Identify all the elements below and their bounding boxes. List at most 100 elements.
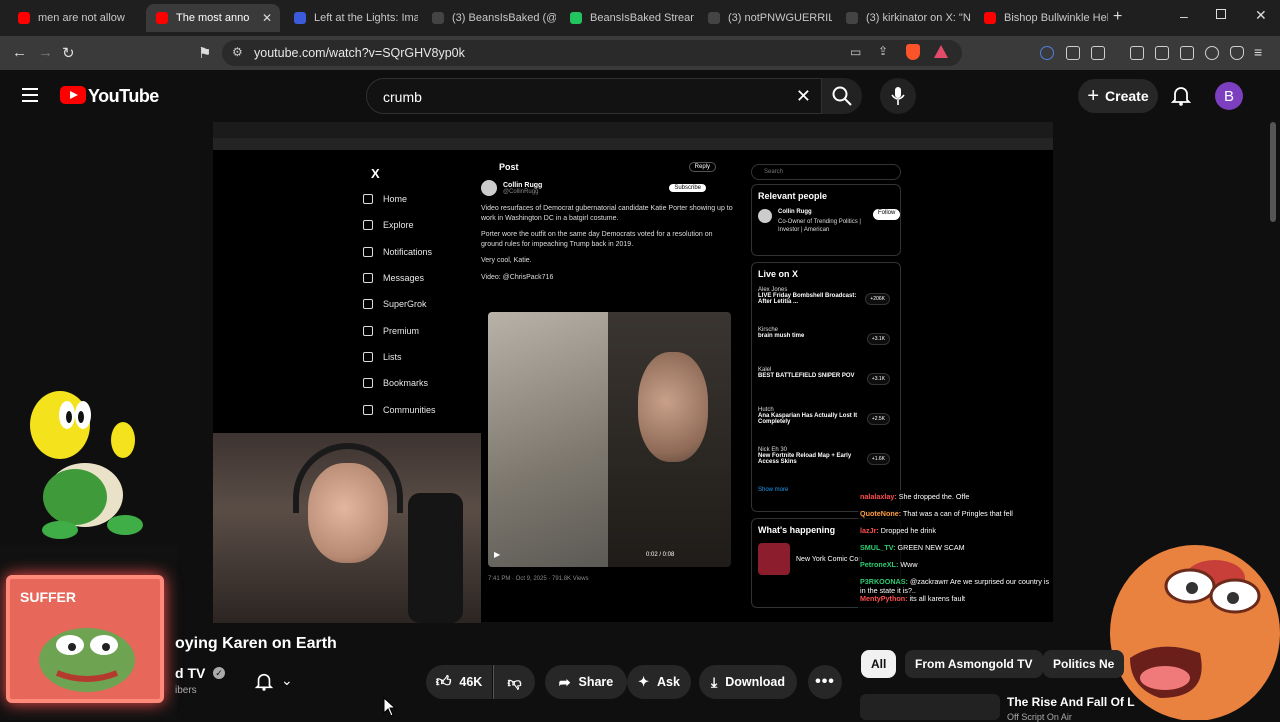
vpn-icon[interactable] bbox=[1230, 46, 1244, 60]
notification-bell-icon[interactable] bbox=[254, 671, 274, 691]
streamer-webcam bbox=[213, 433, 481, 623]
browser-tab[interactable]: (3) BeansIsBaked (@B bbox=[422, 4, 556, 32]
live-on-x-box: Live on X Alex Jones LIVE Friday Bombshel… bbox=[751, 262, 901, 512]
x-nav-item: Premium bbox=[363, 317, 478, 343]
create-button[interactable]: + Create bbox=[1078, 79, 1158, 113]
live-count: +206K bbox=[865, 293, 890, 305]
chat-message: nalalaxlay: She dropped the. Offe bbox=[860, 492, 1051, 509]
search-box[interactable]: crumb ✕ bbox=[366, 78, 822, 114]
filter-chip[interactable]: From Asmongold TV bbox=[905, 650, 1043, 678]
chevron-down-icon[interactable]: ⌄ bbox=[281, 672, 293, 689]
clear-search-icon[interactable]: ✕ bbox=[796, 86, 811, 107]
minimize-button[interactable]: – bbox=[1180, 8, 1188, 24]
extension-icon[interactable] bbox=[1040, 46, 1054, 60]
relevant-title: Relevant people bbox=[758, 191, 828, 201]
face-scene bbox=[608, 312, 731, 567]
tab-favicon-icon bbox=[984, 12, 996, 24]
chat-text: Www bbox=[900, 560, 918, 569]
account-avatar[interactable]: B bbox=[1215, 82, 1243, 110]
chat-username: MentyPython: bbox=[860, 594, 908, 603]
browser-tab[interactable]: BeansIsBaked Stream bbox=[560, 4, 694, 32]
x-nav-label: Explore bbox=[383, 220, 414, 231]
close-window-button[interactable]: ✕ bbox=[1255, 7, 1267, 24]
address-bar[interactable]: ⚙ youtube.com/watch?v=SQrGHV8yp0k ▭ ⇪ bbox=[222, 40, 962, 66]
share-page-icon[interactable]: ⇪ bbox=[878, 44, 888, 58]
x-nav-icon bbox=[363, 220, 373, 231]
browser-tab[interactable]: Left at the Lights: Ima bbox=[284, 4, 418, 32]
browser-tab[interactable]: The most anno ✕ bbox=[146, 4, 280, 32]
media-icon[interactable] bbox=[1130, 46, 1144, 60]
bookmark-icon[interactable]: ⚑ bbox=[198, 44, 211, 62]
youtube-logo-text[interactable]: YouTube bbox=[88, 86, 159, 107]
download-button[interactable]: ⤓ Download bbox=[699, 665, 797, 699]
pepe-word: SUFFER bbox=[20, 589, 76, 605]
page-scrollbar[interactable] bbox=[1270, 122, 1276, 222]
chat-username: lazJr: bbox=[860, 526, 879, 535]
screenshot-icon[interactable] bbox=[1091, 46, 1105, 60]
tab-label: men are not allow bbox=[38, 12, 125, 24]
recommended-title[interactable]: The Rise And Fall Of L bbox=[1007, 695, 1135, 709]
cast-icon[interactable]: ▭ bbox=[850, 45, 861, 59]
close-tab-icon[interactable]: ✕ bbox=[262, 11, 272, 25]
live-title-text: Ana Kasparian Has Actually Lost It Compl… bbox=[758, 413, 858, 425]
chat-username: PetroneXL: bbox=[860, 560, 899, 569]
face-shape bbox=[638, 352, 708, 462]
tab-label: Left at the Lights: Ima bbox=[314, 12, 418, 24]
tab-favicon-icon bbox=[846, 12, 858, 24]
x-nav-icon bbox=[363, 378, 373, 389]
ask-button[interactable]: ✦ Ask bbox=[627, 665, 691, 699]
brave-shield-icon[interactable] bbox=[906, 44, 920, 60]
recommended-thumbnail[interactable] bbox=[860, 694, 1000, 720]
hamburger-menu-icon[interactable] bbox=[22, 88, 38, 102]
x-nav-icon bbox=[363, 325, 373, 336]
live-item: Nick Eh 30 New Fortnite Reload Map + Earl… bbox=[758, 447, 894, 487]
thumbs-up-icon: 👍︎ bbox=[435, 673, 452, 690]
sidebar-icon[interactable] bbox=[1155, 46, 1169, 60]
puzzle-icon[interactable] bbox=[1066, 46, 1080, 60]
wallet-icon[interactable] bbox=[1180, 46, 1194, 60]
forward-icon[interactable]: → bbox=[38, 44, 53, 61]
reply-label: Reply bbox=[688, 162, 716, 172]
browser-tab[interactable]: men are not allow bbox=[8, 4, 142, 32]
reload-icon[interactable]: ↻ bbox=[62, 44, 75, 62]
recommended-channel: Off Script On Air bbox=[1007, 712, 1072, 722]
search-input[interactable]: crumb bbox=[383, 89, 422, 105]
browser-tab[interactable]: (3) notPNWGUERRILL bbox=[698, 4, 832, 32]
back-icon[interactable]: ← bbox=[12, 44, 27, 61]
chat-message: lazJr: Dropped he drink bbox=[860, 526, 1051, 543]
channel-name[interactable]: d TV bbox=[175, 665, 205, 681]
new-tab-button[interactable]: + bbox=[1113, 8, 1122, 26]
create-label: Create bbox=[1105, 88, 1149, 104]
voice-search-button[interactable] bbox=[880, 78, 916, 114]
live-item: Hutch Ana Kasparian Has Actually Lost It … bbox=[758, 407, 894, 447]
leo-icon[interactable] bbox=[1205, 46, 1219, 60]
author-avatar bbox=[481, 180, 497, 196]
chat-text: GREEN NEW SCAM bbox=[897, 543, 965, 552]
menu-icon[interactable]: ≡ bbox=[1254, 44, 1262, 60]
notifications-bell-icon[interactable] bbox=[1170, 84, 1192, 106]
tab-favicon-icon bbox=[432, 12, 444, 24]
maximize-button[interactable] bbox=[1216, 9, 1226, 19]
post-handle: @CollinRugg bbox=[503, 188, 539, 195]
x-nav-icon bbox=[363, 273, 373, 284]
live-title-text: BEST BATTLEFIELD SNIPER POV bbox=[758, 373, 855, 379]
share-button[interactable]: ➦ Share bbox=[545, 665, 627, 699]
like-button[interactable]: 👍︎ 46K bbox=[426, 665, 492, 699]
dislike-button[interactable]: 👎︎ bbox=[493, 665, 535, 699]
x-nav-item: Home bbox=[363, 186, 478, 212]
tab-label: (3) kirkinator on X: "N bbox=[866, 12, 970, 24]
browser-tab[interactable]: Bishop Bullwinkle Hel bbox=[974, 4, 1108, 32]
chat-message: PetroneXL: Www bbox=[860, 560, 1051, 577]
browser-tab-bar: men are not allow The most anno ✕ Left at t… bbox=[0, 0, 1280, 36]
happening-thumb bbox=[758, 543, 790, 575]
filter-chip[interactable]: All bbox=[861, 650, 897, 678]
more-actions-button[interactable]: ••• bbox=[808, 665, 842, 699]
filter-chip[interactable]: Politics Ne bbox=[1043, 650, 1125, 678]
site-info-icon[interactable]: ⚙ bbox=[232, 45, 243, 59]
browser-tab[interactable]: (3) kirkinator on X: "N bbox=[836, 4, 970, 32]
brave-rewards-icon[interactable] bbox=[934, 45, 948, 58]
share-icon: ➦ bbox=[558, 673, 571, 690]
tab-favicon-icon bbox=[156, 12, 168, 24]
youtube-logo-icon[interactable] bbox=[60, 86, 86, 104]
search-button[interactable] bbox=[822, 78, 862, 114]
